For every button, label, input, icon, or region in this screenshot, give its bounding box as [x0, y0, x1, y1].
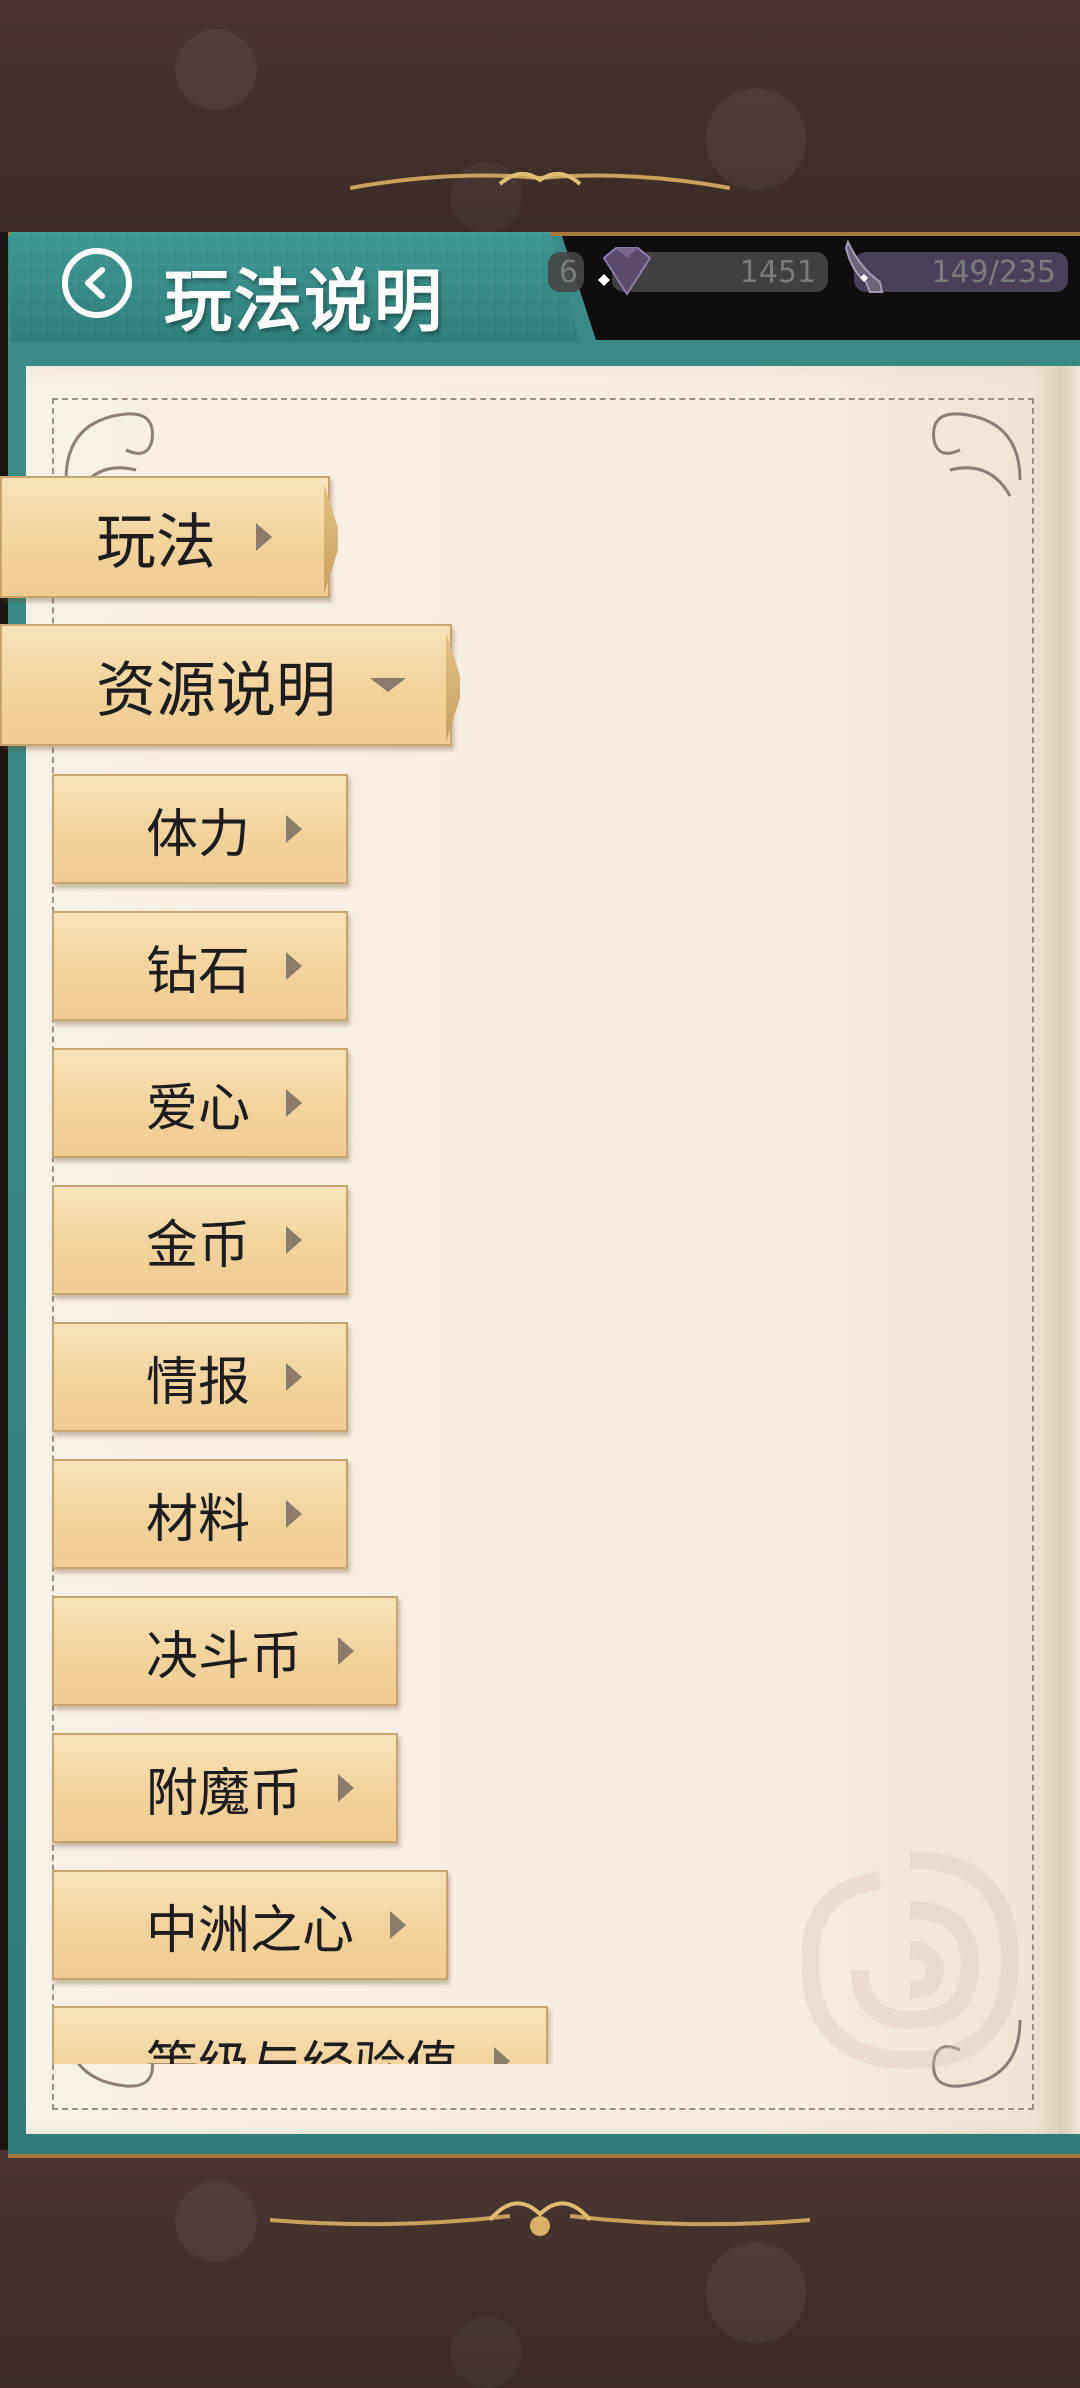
subtab-stamina[interactable]: 体力	[52, 774, 348, 884]
subtab-level-exp-label: 等级与经验值	[146, 2024, 458, 2065]
corner-flourish-top-right	[932, 412, 1022, 497]
high-heel-icon	[844, 239, 884, 293]
list-clip-area: 等级与经验值	[52, 1990, 572, 2064]
tab-resource-guide[interactable]: 资源说明	[0, 624, 452, 746]
chevron-right-icon	[286, 1500, 303, 1528]
chevron-right-icon	[338, 1637, 355, 1665]
gold-ornament-top	[350, 172, 730, 190]
tab-gameplay[interactable]: 玩法	[0, 476, 330, 598]
chevron-right-icon	[286, 1226, 303, 1254]
stamina-value: 149/235	[931, 254, 1056, 290]
page-edge	[1058, 366, 1080, 2134]
chevron-right-icon	[286, 952, 303, 980]
subtab-duel-coin[interactable]: 决斗币	[52, 1596, 398, 1706]
subtab-enchant-coin[interactable]: 附魔币	[52, 1733, 398, 1843]
currency-partial-value: 6	[548, 252, 584, 292]
chevron-right-icon	[338, 1774, 355, 1802]
subtab-intel-label: 情报	[146, 1352, 251, 1413]
chevron-right-icon	[286, 1363, 303, 1391]
currency-partial-text: 6	[558, 254, 578, 290]
subtab-gold[interactable]: 金币	[52, 1185, 348, 1295]
back-arrow-icon	[85, 267, 105, 299]
gold-ornament-bottom	[270, 2201, 810, 2236]
page-title: 玩法说明	[164, 263, 445, 342]
chevron-right-icon	[494, 2047, 511, 2064]
bottom-background	[0, 2150, 1080, 2388]
subtab-heart-label: 爱心	[146, 1078, 251, 1139]
chevron-right-icon	[256, 523, 272, 551]
subtab-gold-label: 金币	[146, 1215, 251, 1276]
subtab-materials[interactable]: 材料	[52, 1459, 348, 1569]
tab-resource-guide-label: 资源说明	[96, 655, 336, 726]
subtab-middle-earth-heart[interactable]: 中洲之心	[52, 1870, 448, 1980]
diamond-value: 1451	[739, 254, 816, 290]
subtab-materials-label: 材料	[146, 1489, 251, 1550]
chevron-right-icon	[286, 815, 303, 843]
chevron-right-icon	[390, 1911, 407, 1939]
diamond-icon	[598, 247, 652, 296]
subtab-middle-earth-heart-label: 中洲之心	[146, 1900, 355, 1961]
rose-watermark-icon	[800, 1851, 1020, 2070]
subtab-level-exp[interactable]: 等级与经验值	[52, 2006, 548, 2064]
chevron-right-icon	[286, 1089, 303, 1117]
top-background	[0, 0, 1080, 232]
tab-gameplay-label: 玩法	[96, 507, 216, 578]
chevron-down-icon	[370, 678, 406, 692]
subtab-diamond[interactable]: 钻石	[52, 911, 348, 1021]
subtab-enchant-coin-label: 附魔币	[146, 1763, 303, 1824]
subtab-diamond-label: 钻石	[146, 941, 251, 1002]
subtab-heart[interactable]: 爱心	[52, 1048, 348, 1158]
subtab-duel-coin-label: 决斗币	[146, 1626, 303, 1687]
back-button[interactable]	[62, 248, 132, 318]
subtab-stamina-label: 体力	[146, 804, 251, 865]
subtab-intel[interactable]: 情报	[52, 1322, 348, 1432]
